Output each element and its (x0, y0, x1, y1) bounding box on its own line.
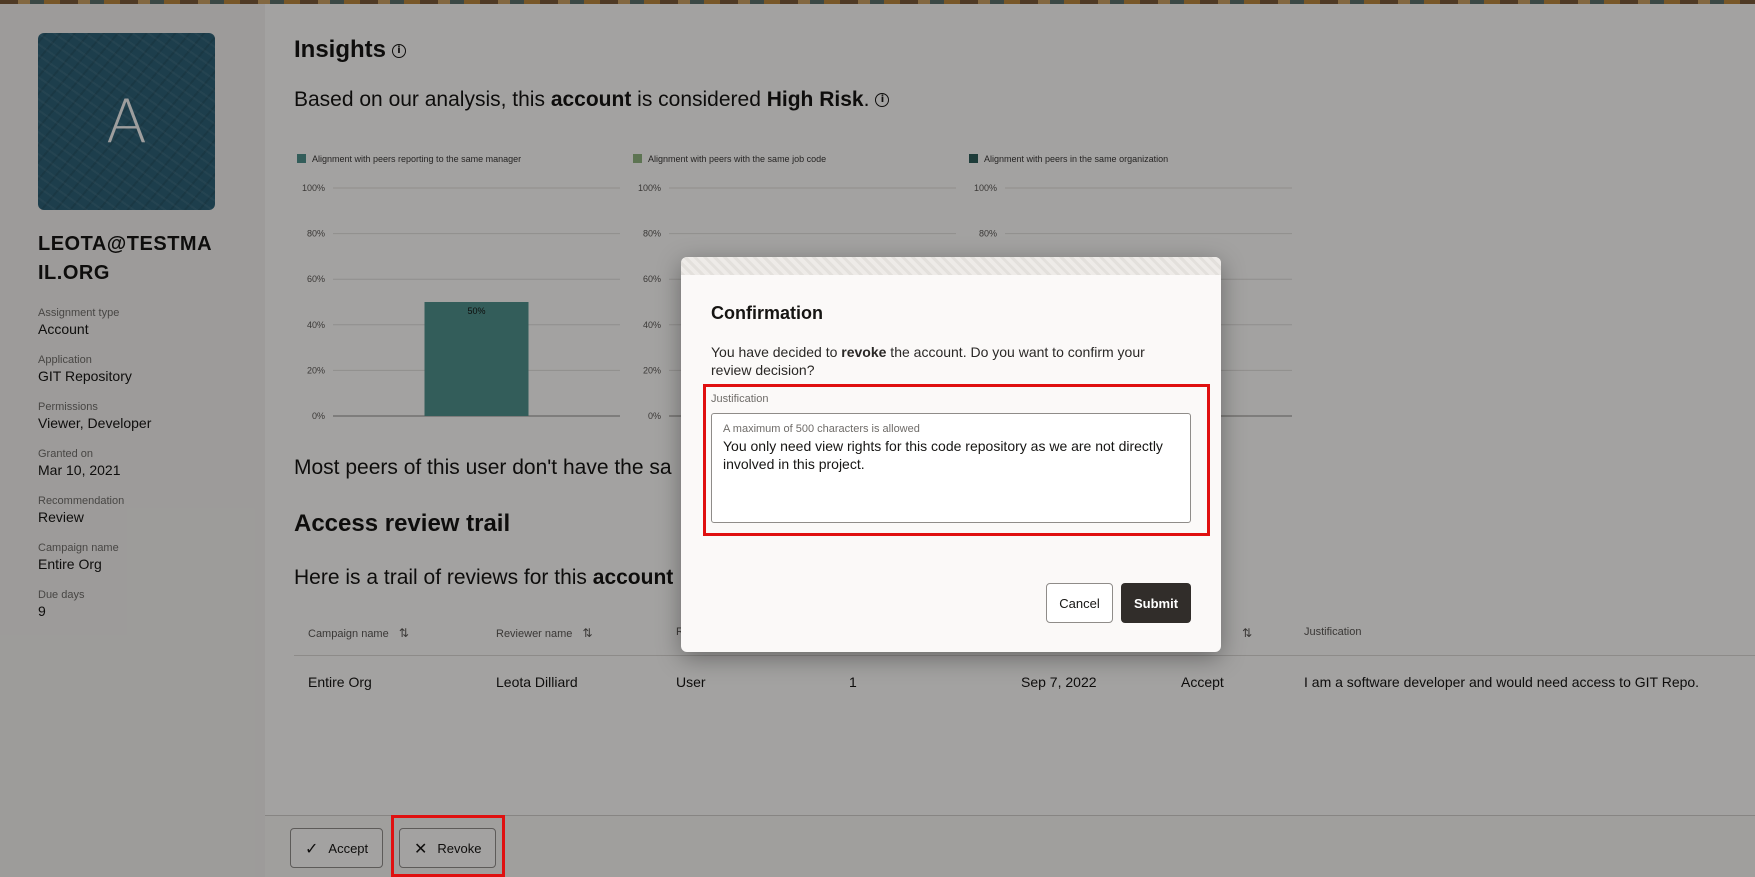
dialog-title: Confirmation (711, 303, 823, 323)
highlight-box-revoke (391, 815, 505, 877)
submit-button[interactable]: Submit (1121, 583, 1191, 623)
dialog-header-pattern (681, 257, 1221, 275)
cancel-button[interactable]: Cancel (1046, 583, 1113, 623)
highlight-box-justification (703, 384, 1210, 536)
dialog-message: You have decided to revoke the account. … (711, 343, 1181, 379)
message-action: revoke (841, 344, 887, 360)
message-prefix: You have decided to (711, 344, 842, 360)
